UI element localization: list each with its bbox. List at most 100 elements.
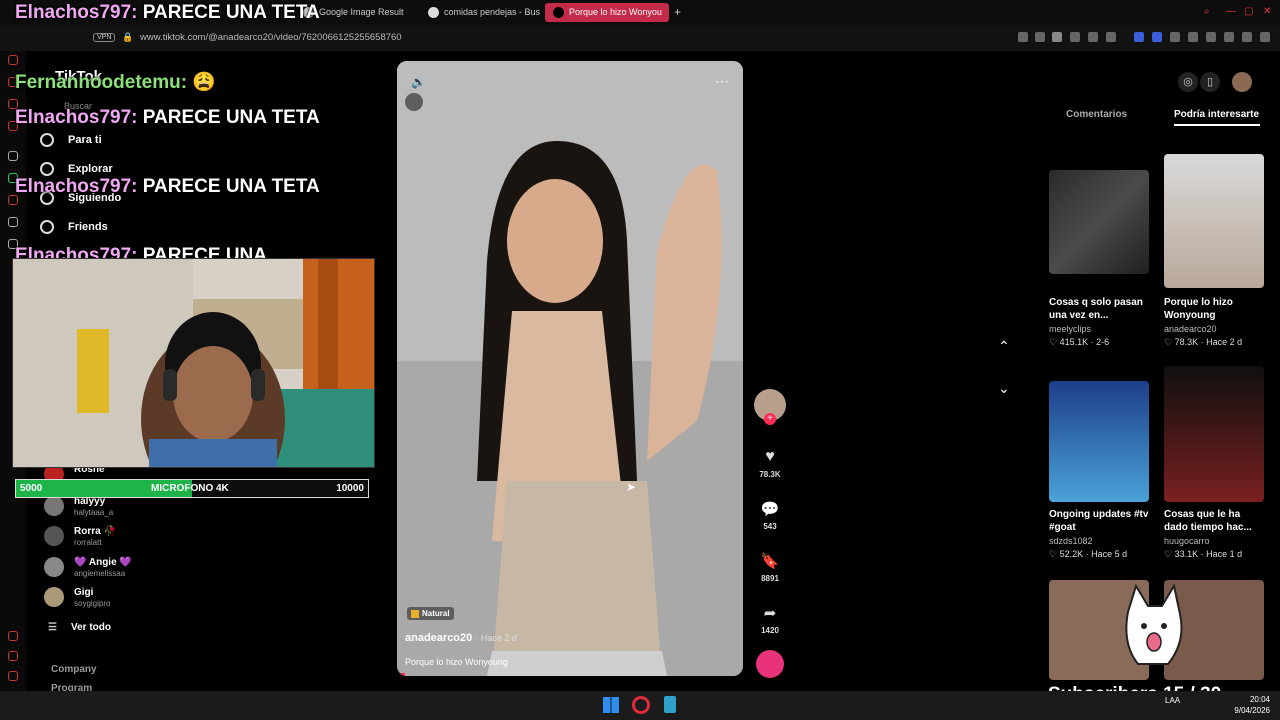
share-button[interactable]: ➦ 1420	[754, 604, 786, 635]
new-tab-icon[interactable]: +	[674, 5, 681, 19]
chat-message: Elnachos797: PARECE UNA TETA	[15, 176, 320, 197]
avatar	[44, 557, 64, 577]
search-icon[interactable]: ⌕	[1204, 6, 1210, 17]
video-frame	[397, 61, 743, 676]
extension-icon[interactable]	[1152, 32, 1162, 42]
home-icon	[40, 133, 54, 147]
taskbar: LAA 20:04 9/04/2026	[0, 691, 1280, 720]
minimize-icon[interactable]: —	[1226, 6, 1236, 17]
save-button[interactable]: 🔖 8891	[754, 552, 786, 583]
tab-tiktok-active[interactable]: Porque lo hizo Wonyou	[545, 3, 669, 22]
cat-mascot-overlay	[1118, 582, 1188, 678]
video-author[interactable]: anadearco20 · Hace 2 d	[405, 632, 517, 644]
video-caption: Porque lo hizo Wonyoung	[405, 657, 508, 667]
translate-icon[interactable]	[1070, 32, 1080, 42]
vpn-badge[interactable]: VPN	[93, 33, 116, 42]
phone-icon[interactable]: ▯	[1200, 72, 1220, 92]
webcam-scene	[13, 259, 374, 467]
poster	[77, 329, 109, 413]
puzzle-icon[interactable]	[1206, 32, 1216, 42]
share-icon: ➦	[763, 605, 777, 622]
chat-message: Elnachos797: PARECE UNA	[15, 245, 267, 259]
opera-browser-icon[interactable]	[632, 696, 650, 714]
more-icon[interactable]	[8, 671, 18, 681]
clock[interactable]: 20:04 9/04/2026	[1234, 694, 1270, 716]
menu-icon[interactable]	[1260, 32, 1270, 42]
effect-tag[interactable]: Natural	[407, 607, 454, 620]
mouse-cursor-icon: ➤	[626, 480, 637, 494]
more-options-icon[interactable]: ⋯	[715, 73, 729, 90]
extension-icon[interactable]	[1134, 32, 1144, 42]
close-icon[interactable]: ✕	[1263, 6, 1271, 17]
view-history-icon[interactable]: ◎	[1178, 72, 1198, 92]
bookmark-icon: 🔖	[760, 553, 780, 570]
goal-progress-bar: 5000 MICROFONO 4K 10000	[15, 479, 369, 498]
like-button[interactable]: ♥ 78.3K	[754, 448, 786, 479]
chat-message: Elnachos797: PARECE UNA TETA	[15, 107, 320, 128]
user-avatar[interactable]	[1232, 72, 1252, 92]
extension-icon[interactable]	[1018, 32, 1028, 42]
sidebar-app-icon[interactable]	[8, 631, 18, 641]
friends-icon	[40, 220, 54, 234]
suggested-video-card[interactable]: Cosas que le ha dado tiempo hac... huugo…	[1164, 366, 1264, 560]
google-icon	[428, 7, 439, 18]
heart-icon[interactable]	[1106, 32, 1116, 42]
windows-start-icon[interactable]	[603, 697, 619, 713]
suggested-video-card[interactable]: Porque lo hizo Wonyoung anadearco20 ♡ 78…	[1164, 154, 1264, 348]
heart-icon: ♥	[765, 448, 775, 465]
active-tab-indicator	[1174, 124, 1260, 126]
play-icon[interactable]	[1088, 32, 1098, 42]
extension-icon[interactable]	[1188, 32, 1198, 42]
avatar	[44, 496, 64, 516]
effect-icon	[411, 609, 419, 618]
music-disc-icon[interactable]	[756, 650, 784, 678]
notepad-icon[interactable]	[664, 696, 676, 713]
chevron-up-icon[interactable]: ⌃	[998, 338, 1010, 355]
goal-start-value: 5000	[20, 483, 43, 494]
lock-icon: 🔒	[122, 32, 134, 42]
sidebar-app-icon[interactable]	[8, 651, 18, 661]
suggested-video-card[interactable]: Cosas q solo pasan una vez en... meelycl…	[1049, 170, 1149, 348]
video-thumbnail	[1164, 366, 1264, 502]
nav-item-explorar[interactable]: Explorar	[40, 162, 113, 176]
video-thumbnail	[1049, 170, 1149, 274]
shield-icon[interactable]	[1052, 32, 1062, 42]
tab-podria-interesarte[interactable]: Podría interesarte	[1174, 109, 1259, 120]
footer-link-company[interactable]: Company	[51, 664, 97, 675]
goal-label: MICROFONO 4K	[151, 483, 229, 494]
extension-icon[interactable]	[1170, 32, 1180, 42]
maximize-icon[interactable]: ▢	[1244, 6, 1253, 17]
pip-icon[interactable]	[405, 93, 423, 111]
chat-message: Elnachos797: PARECE UNA TETA	[15, 2, 320, 23]
profile-icon[interactable]	[1242, 32, 1252, 42]
language-indicator[interactable]: LAA	[1165, 696, 1180, 705]
video-progress-bar[interactable]	[397, 673, 405, 676]
follow-plus-icon[interactable]: +	[764, 413, 776, 425]
sidebar-app-icon[interactable]	[8, 55, 18, 65]
video-player[interactable]: 🔊 ⋯ Natural anadearco20 · Hace 2 d Porqu…	[397, 61, 743, 676]
comment-button[interactable]: 💬 543	[754, 500, 786, 531]
volume-icon[interactable]: 🔊	[411, 75, 426, 89]
download-icon[interactable]	[1224, 32, 1234, 42]
url-field[interactable]: www.tiktok.com/@anadearco20/video/762006…	[140, 32, 402, 43]
tiktok-icon[interactable]	[8, 217, 18, 227]
webcam-feed	[12, 258, 375, 468]
chat-message: Fernannoodetemu: 😩	[15, 72, 217, 93]
creator-avatar-button[interactable]: +	[754, 389, 786, 425]
avatar	[44, 526, 64, 546]
cat-mascot-image	[1125, 583, 1183, 665]
chevron-down-icon[interactable]: ⌄	[998, 380, 1010, 397]
compass-icon	[40, 162, 54, 176]
tab-comidas[interactable]: comidas pendejas - Busca	[420, 3, 540, 22]
list-icon: ☰	[48, 622, 57, 633]
see-all-link[interactable]: ☰ Ver todo	[48, 622, 111, 633]
chatgpt-icon[interactable]	[8, 151, 18, 161]
tiktok-icon	[553, 7, 564, 18]
suggested-video-card[interactable]: Ongoing updates #tv #goat sdzds1082 ♡ 52…	[1049, 381, 1149, 560]
tab-comentarios[interactable]: Comentarios	[1066, 109, 1127, 120]
nav-item-para-ti[interactable]: Para ti	[40, 133, 102, 147]
nav-item-friends[interactable]: Friends	[40, 220, 108, 234]
extension-icon[interactable]	[1035, 32, 1045, 42]
avatar	[44, 587, 64, 607]
comment-icon: 💬	[760, 501, 780, 518]
